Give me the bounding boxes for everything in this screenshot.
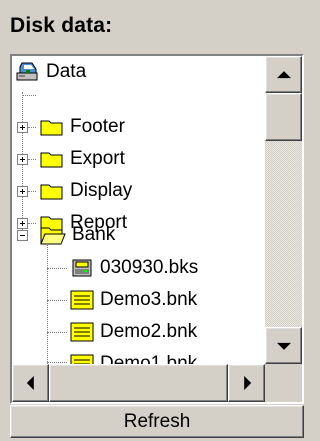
panel-title: Disk data: bbox=[10, 14, 113, 37]
down-arrow-icon bbox=[276, 342, 291, 350]
tree-item-label: Bank bbox=[72, 224, 116, 245]
tree-item-label: Display bbox=[70, 180, 133, 201]
folder-icon bbox=[40, 150, 64, 168]
bank-file-icon bbox=[70, 352, 94, 364]
tree-item-label: Export bbox=[70, 148, 125, 169]
tree-connector bbox=[28, 191, 36, 192]
scroll-left-button[interactable] bbox=[12, 364, 49, 402]
scroll-down-button[interactable] bbox=[265, 327, 302, 364]
scroll-right-button[interactable] bbox=[228, 364, 265, 402]
tree-item-file[interactable]: 030930.bks bbox=[70, 252, 198, 284]
scroll-up-button[interactable] bbox=[265, 56, 302, 93]
tree-item-footer[interactable]: Footer bbox=[40, 111, 125, 143]
horizontal-scrollbar[interactable] bbox=[12, 364, 265, 402]
tree-connector bbox=[47, 241, 48, 364]
expand-toggle[interactable] bbox=[17, 154, 28, 165]
tree-item-file[interactable]: Demo2.bnk bbox=[70, 316, 197, 348]
bank-file-icon bbox=[70, 288, 94, 312]
tree-item-data[interactable]: Data bbox=[16, 56, 86, 88]
open-folder-icon bbox=[40, 225, 66, 245]
tree-item-file[interactable]: Demo3.bnk bbox=[70, 284, 197, 316]
tree-item-file[interactable]: Demo1.bnk bbox=[70, 348, 197, 364]
folder-icon bbox=[40, 118, 64, 136]
tree-connector bbox=[28, 127, 36, 128]
tree-connector bbox=[28, 159, 36, 160]
tree-item-label: Footer bbox=[70, 116, 125, 137]
tree-item-display[interactable]: Display bbox=[40, 175, 132, 207]
tree-connector bbox=[47, 268, 67, 269]
refresh-button[interactable]: Refresh bbox=[10, 405, 304, 438]
folder-icon bbox=[40, 182, 64, 200]
tree-connector bbox=[28, 223, 36, 224]
expand-toggle[interactable] bbox=[17, 186, 28, 197]
right-arrow-icon bbox=[243, 376, 251, 390]
tree-item-label: Demo2.bnk bbox=[100, 321, 198, 342]
left-arrow-icon bbox=[26, 376, 34, 390]
tree-connector bbox=[47, 362, 67, 363]
tree-connector bbox=[47, 332, 67, 333]
tree-connector bbox=[47, 300, 67, 301]
scrollbar-corner bbox=[265, 364, 302, 402]
tree-item-label: 030930.bks bbox=[100, 257, 199, 278]
expand-toggle[interactable] bbox=[17, 218, 28, 229]
tree-item-label: Data bbox=[46, 61, 87, 82]
vertical-scroll-thumb[interactable] bbox=[265, 93, 302, 141]
tree-content: Data Footer Export Display Report Bank 0… bbox=[12, 56, 265, 364]
tree-item-bank[interactable]: Bank bbox=[40, 219, 115, 251]
tree-connector bbox=[22, 95, 36, 96]
horizontal-scroll-thumb[interactable] bbox=[49, 364, 228, 402]
disk-tree-view[interactable]: Data Footer Export Display Report Bank 0… bbox=[10, 54, 304, 404]
bank-file-icon bbox=[70, 320, 94, 344]
expand-toggle[interactable] bbox=[17, 122, 28, 133]
database-icon bbox=[16, 60, 40, 84]
up-arrow-icon bbox=[276, 70, 291, 78]
drive-file-icon bbox=[70, 256, 94, 280]
tree-item-label: Demo1.bnk bbox=[100, 353, 198, 364]
vertical-scrollbar[interactable] bbox=[265, 56, 302, 364]
disk-data-panel: Disk data: Data Footer Export Display Re… bbox=[0, 0, 310, 441]
collapse-toggle[interactable] bbox=[17, 230, 28, 241]
tree-item-export[interactable]: Export bbox=[40, 143, 125, 175]
tree-item-label: Demo3.bnk bbox=[100, 289, 198, 310]
